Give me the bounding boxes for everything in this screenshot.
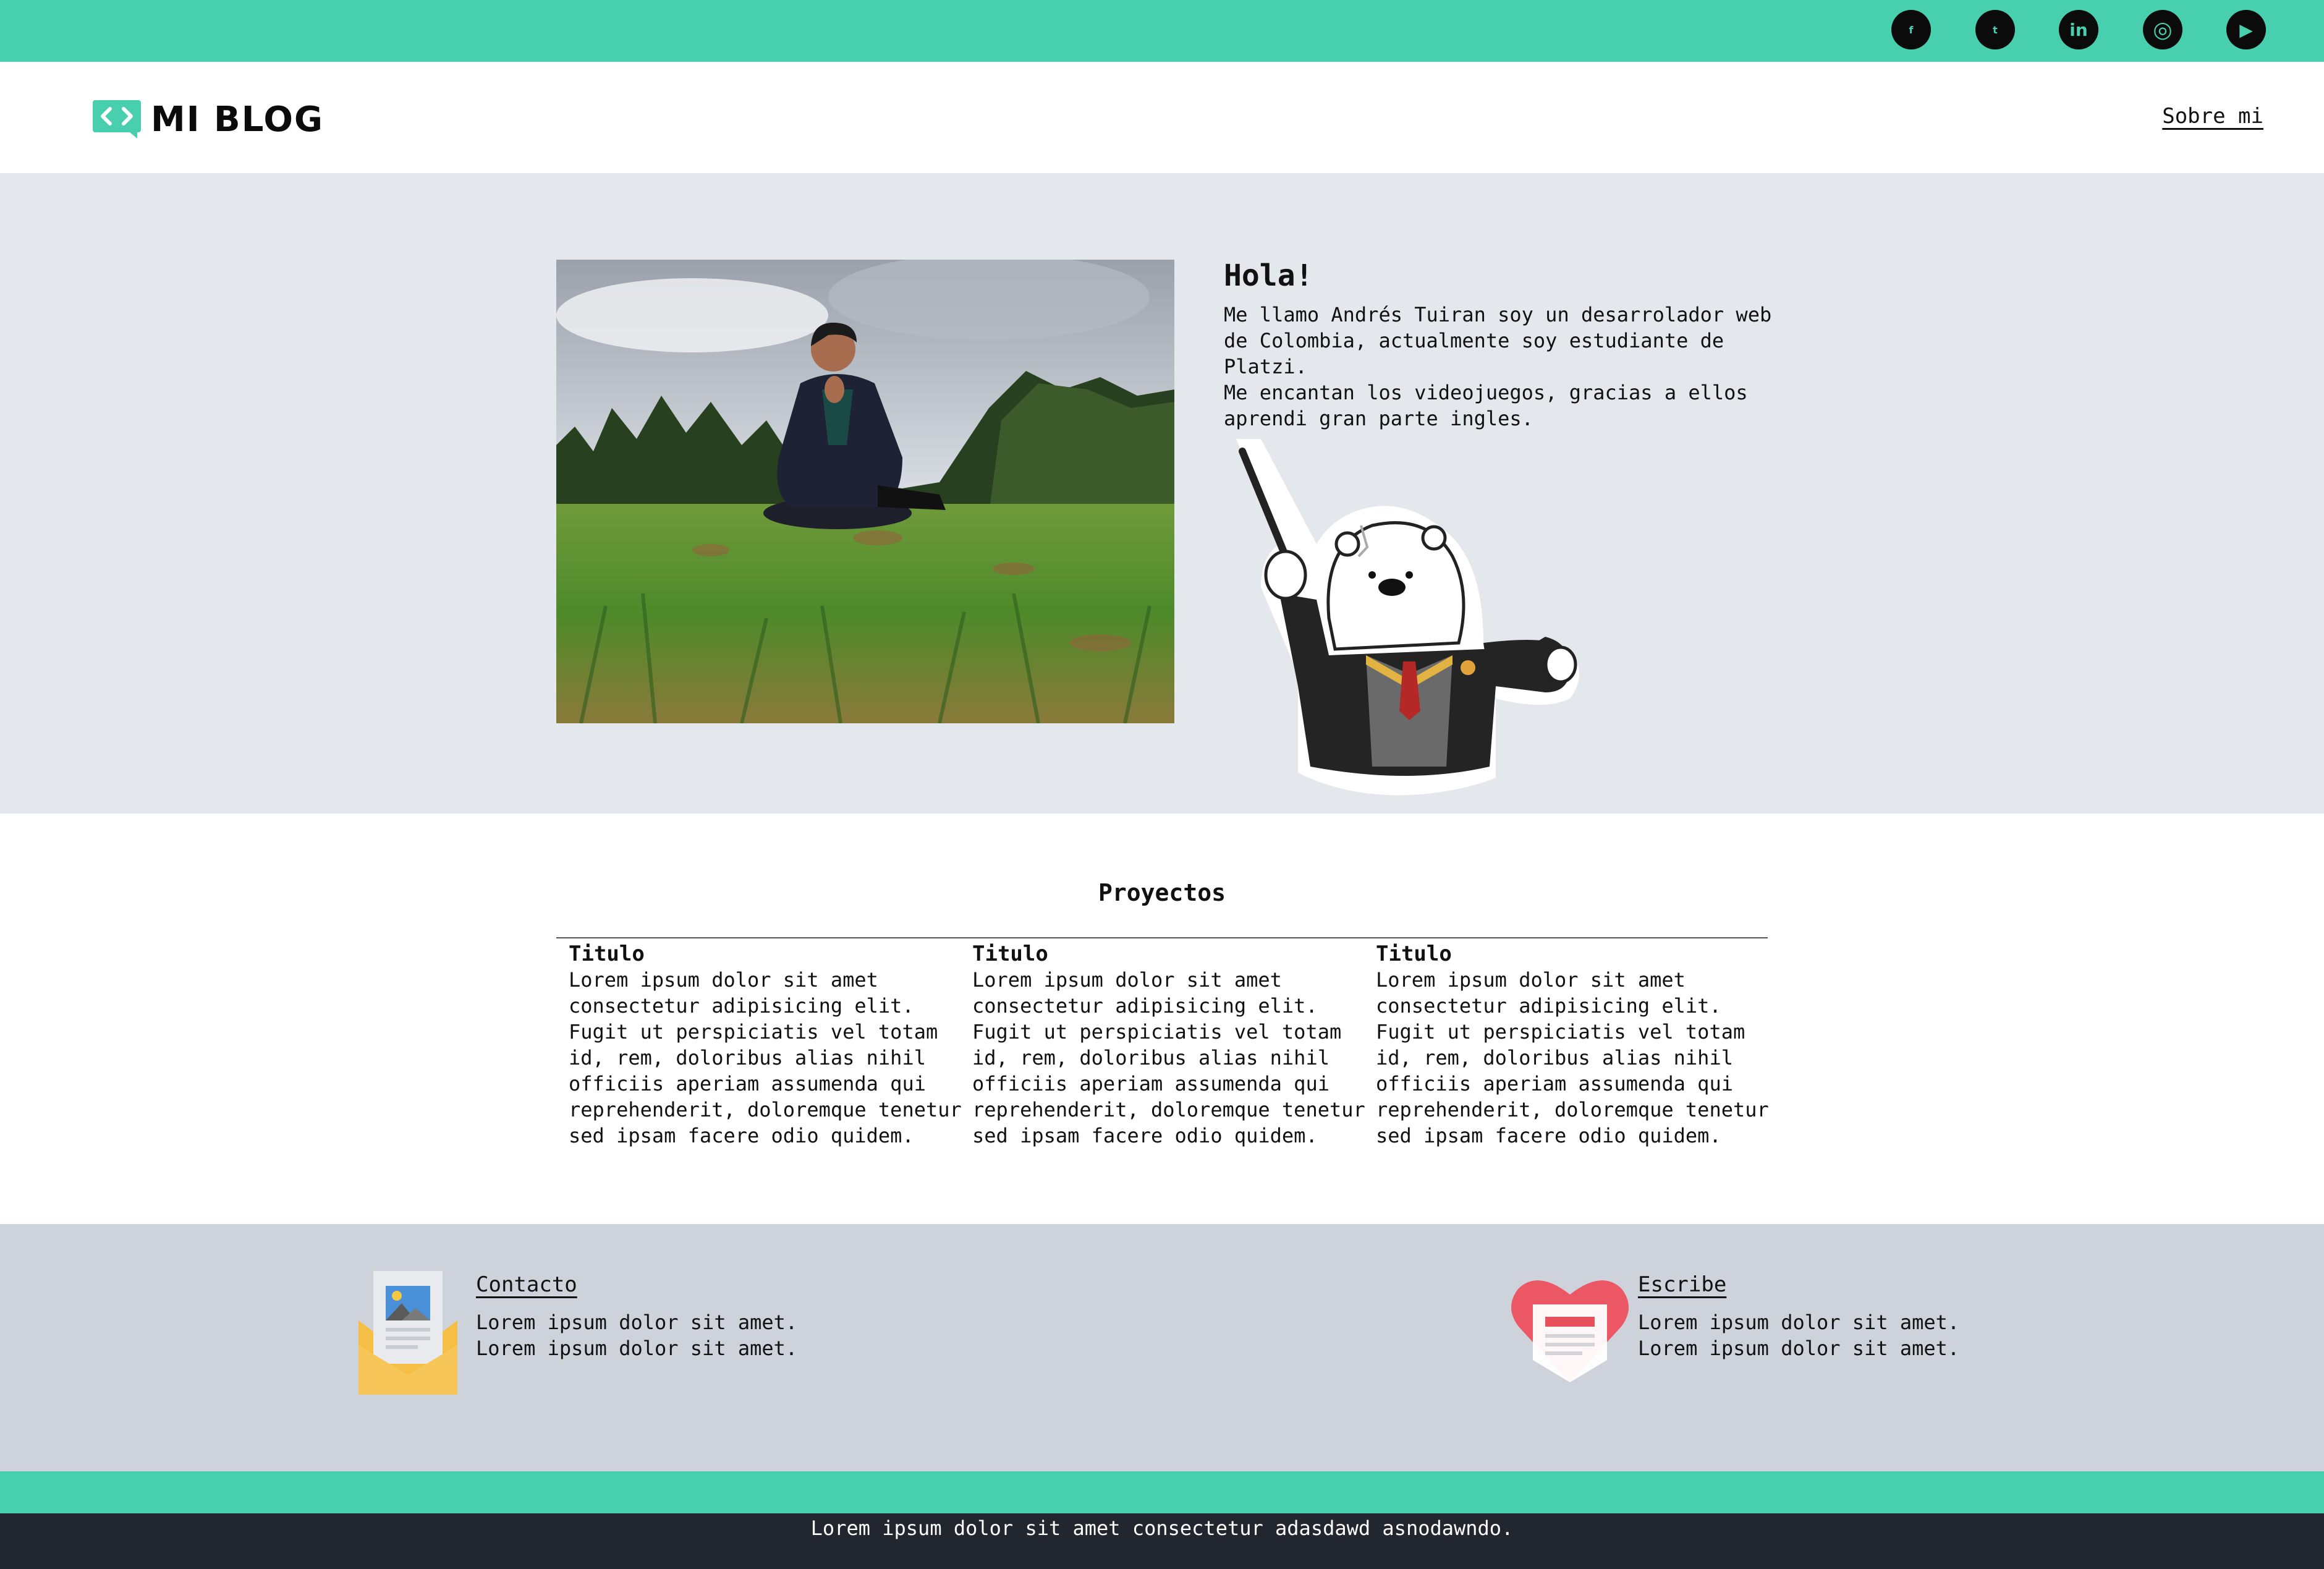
tumblr-icon[interactable]: t (1975, 10, 2015, 49)
projects-section: Proyectos Titulo Lorem ipsum dolor sit a… (0, 814, 2324, 1224)
contact-section: Contacto Lorem ipsum dolor sit amet. Lor… (0, 1224, 2324, 1471)
profile-photo (556, 260, 1174, 723)
hero-section: Hola! Me llamo Andrés Tuiran soy un desa… (0, 173, 2324, 814)
escribe-line: Lorem ipsum dolor sit amet. (1638, 1337, 1960, 1360)
hero-title: Hola! (1224, 258, 1313, 293)
escribe-line: Lorem ipsum dolor sit amet. (1638, 1311, 1960, 1334)
site-header: MI BLOG Sobre mi (0, 62, 2324, 173)
nav-link-sobre-mi[interactable]: Sobre mi (2162, 104, 2263, 129)
hero-paragraph: Me encantan los videojuegos, gracias a e… (1224, 381, 1748, 430)
contact-line: Lorem ipsum dolor sit amet. (476, 1337, 798, 1360)
contact-link[interactable]: Contacto (476, 1272, 577, 1297)
hero-description: Me llamo Andrés Tuiran soy un desarrolad… (1224, 302, 1780, 432)
hero-paragraph: Me llamo Andrés Tuiran soy un desarrolad… (1224, 303, 1772, 378)
contact-description: Lorem ipsum dolor sit amet. Lorem ipsum … (476, 1309, 797, 1361)
instagram-icon[interactable]: ◎ (2143, 10, 2182, 49)
footer-text: Lorem ipsum dolor sit amet consectetur a… (810, 1516, 1514, 1540)
project-card[interactable]: Titulo Lorem ipsum dolor sit amet consec… (1376, 941, 1771, 1149)
project-card-title: Titulo (1376, 942, 1452, 966)
project-card-text: Lorem ipsum dolor sit amet consectetur a… (972, 968, 1365, 1147)
facebook-icon[interactable]: f (1891, 10, 1931, 49)
site-footer: Lorem ipsum dolor sit amet consectetur a… (0, 1513, 2324, 1569)
project-card-title: Titulo (569, 942, 645, 966)
envelope-letter-icon (358, 1271, 457, 1395)
ice-bear-wizard-illustration (1236, 439, 1579, 796)
escribe-link[interactable]: Escribe (1638, 1272, 1726, 1297)
linkedin-icon[interactable]: in (2059, 10, 2098, 49)
youtube-icon[interactable]: ▶ (2226, 10, 2266, 49)
site-logo[interactable]: MI BLOG (91, 99, 324, 140)
projects-title: Proyectos (1098, 879, 1226, 906)
project-card-title: Titulo (972, 942, 1048, 966)
code-bubble-icon (93, 100, 141, 138)
escribe-description: Lorem ipsum dolor sit amet. Lorem ipsum … (1638, 1309, 1959, 1361)
project-card-text: Lorem ipsum dolor sit amet consectetur a… (1376, 968, 1769, 1147)
top-social-bar: f t in ◎ ▶ (0, 0, 2324, 62)
project-card[interactable]: Titulo Lorem ipsum dolor sit amet consec… (972, 941, 1368, 1149)
logo-text: MI BLOG (151, 99, 324, 140)
contact-line: Lorem ipsum dolor sit amet. (476, 1311, 798, 1334)
project-card-text: Lorem ipsum dolor sit amet consectetur a… (569, 968, 962, 1147)
project-card[interactable]: Titulo Lorem ipsum dolor sit amet consec… (569, 941, 964, 1149)
projects-divider (556, 937, 1768, 938)
heart-newsletter-icon (1511, 1280, 1629, 1382)
footer-accent-strip (0, 1471, 2324, 1513)
